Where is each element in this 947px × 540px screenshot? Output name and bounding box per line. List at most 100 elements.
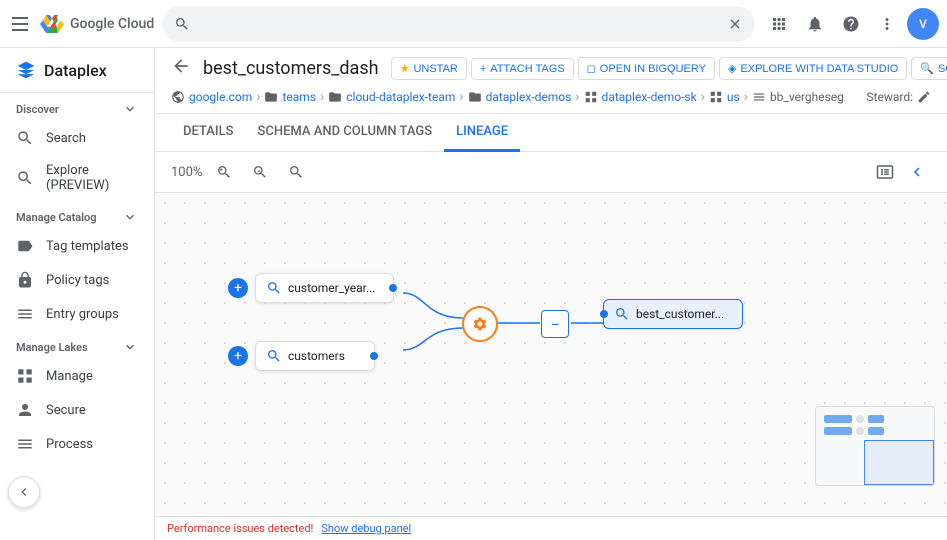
sidebar-section-catalog[interactable]: Manage Catalog: [0, 201, 154, 229]
notifications-icon-btn[interactable]: [799, 8, 831, 40]
performance-warning: Performance issues detected!: [167, 522, 313, 535]
minus-icon: −: [550, 315, 559, 334]
add-upstream-customer-year[interactable]: +: [228, 278, 248, 298]
sidebar-item-manage[interactable]: Manage: [0, 359, 146, 393]
tag-templates-icon: [16, 237, 34, 255]
minimap-node-1: [824, 415, 852, 423]
lakes-section-label: Manage Lakes: [16, 341, 88, 354]
attach-tags-label: ATTACH TAGS: [490, 63, 564, 75]
node-customer-year-label: customer_year...: [288, 281, 375, 295]
zoom-in-button[interactable]: [210, 158, 238, 186]
minimap-row-2: [824, 427, 884, 435]
breadcrumb-sep-2: ›: [320, 89, 324, 105]
help-icon: [842, 15, 860, 33]
user-avatar[interactable]: V: [907, 8, 939, 40]
node-customer-year[interactable]: + customer_year...: [255, 273, 394, 303]
tab-lineage[interactable]: LINEAGE: [444, 114, 520, 152]
search-input[interactable]: Dataplex: [198, 16, 719, 32]
edit-steward-icon[interactable]: [917, 90, 931, 104]
sidebar: Dataplex Discover Search Explore (PREVIE…: [0, 48, 155, 540]
explore-data-studio-button[interactable]: ◈ EXPLORE WITH DATA STUDIO: [719, 57, 907, 80]
zoom-out-icon: [252, 164, 268, 180]
help-icon-btn[interactable]: [835, 8, 867, 40]
help-float-icon: [16, 484, 32, 500]
minimap-background: [816, 407, 934, 485]
apps-icon-btn[interactable]: [763, 8, 795, 40]
tab-schema[interactable]: SCHEMA AND COLUMN TAGS: [245, 114, 444, 152]
dataset-icon-1: [584, 90, 598, 104]
breadcrumb-google[interactable]: google.com: [171, 90, 252, 104]
expand-panel-icon: [876, 163, 894, 181]
node-customers[interactable]: + customers: [255, 341, 375, 371]
sidebar-item-explore[interactable]: Explore (PREVIEW): [0, 155, 146, 201]
tab-details[interactable]: DETAILS: [171, 114, 245, 152]
lakes-collapse-icon: [122, 339, 138, 355]
show-debug-link[interactable]: Show debug panel: [321, 522, 411, 535]
open-bigquery-button[interactable]: ◻ OPEN IN BIGQUERY: [578, 57, 715, 80]
minimap-node-2: [868, 415, 884, 423]
clear-search-icon[interactable]: [727, 16, 743, 32]
sidebar-section-lakes[interactable]: Manage Lakes: [0, 331, 154, 359]
scan-dlp-label: SCAN WITH DLP: [938, 63, 947, 75]
steward-label: Steward:: [866, 90, 913, 104]
breadcrumb-us-label: us: [727, 90, 740, 104]
scan-dlp-button[interactable]: 🔍 SCAN WITH DLP: [911, 57, 947, 80]
sidebar-item-process[interactable]: Process: [0, 427, 146, 461]
search-bar[interactable]: Dataplex: [162, 6, 755, 42]
collapse-side-panel-button[interactable]: [903, 158, 931, 186]
reset-zoom-icon: [288, 164, 304, 180]
policy-tags-icon: [16, 271, 34, 289]
more-icon-btn[interactable]: [871, 8, 903, 40]
back-button[interactable]: [171, 56, 191, 81]
sidebar-item-entry-groups[interactable]: Entry groups: [0, 297, 146, 331]
node-customer-year-dot: [389, 284, 397, 292]
breadcrumb-dataplex-demos[interactable]: dataplex-demos: [468, 90, 572, 104]
breadcrumb-bb-vergheseg[interactable]: bb_vergheseg: [752, 90, 844, 104]
table-icon: [752, 90, 766, 104]
sidebar-item-search[interactable]: Search: [0, 121, 146, 155]
breadcrumb-us[interactable]: us: [709, 90, 740, 104]
lineage-canvas[interactable]: + customer_year... + customers −: [155, 193, 947, 516]
expand-panel-button[interactable]: [871, 158, 899, 186]
breadcrumb-bb-label: bb_vergheseg: [770, 90, 844, 104]
breadcrumb-sep-3: ›: [459, 89, 463, 105]
page-header: best_customers_dash ★ UNSTAR + ATTACH TA…: [155, 48, 947, 114]
main-layout: Dataplex Discover Search Explore (PREVIE…: [0, 48, 947, 540]
sidebar-item-tag-templates[interactable]: Tag templates: [0, 229, 146, 263]
breadcrumb-cloud-dataplex[interactable]: cloud-dataplex-team: [328, 90, 455, 104]
top-bar: Google Cloud Dataplex V: [0, 0, 947, 48]
breadcrumb-demo-sk[interactable]: dataplex-demo-sk: [584, 90, 697, 104]
unstar-button[interactable]: ★ UNSTAR: [391, 57, 467, 80]
google-cloud-icon: [40, 12, 64, 36]
minus-node[interactable]: −: [541, 310, 569, 338]
attach-tags-button[interactable]: + ATTACH TAGS: [471, 58, 574, 80]
explore-nav-label: Explore (PREVIEW): [46, 163, 130, 193]
breadcrumb-sep-6: ›: [744, 89, 748, 105]
sidebar-item-secure[interactable]: Secure: [0, 393, 146, 427]
data-studio-icon: ◈: [728, 62, 736, 75]
sidebar-item-policy-tags[interactable]: Policy tags: [0, 263, 146, 297]
attach-tags-icon: +: [480, 63, 486, 75]
reset-zoom-button[interactable]: [282, 158, 310, 186]
lineage-toolbar: 100%: [155, 152, 947, 193]
breadcrumb-teams[interactable]: teams: [264, 90, 316, 104]
secure-label: Secure: [46, 403, 86, 418]
add-upstream-customers[interactable]: +: [228, 346, 248, 366]
breadcrumb-dataplex-demos-label: dataplex-demos: [486, 90, 572, 104]
unstar-icon: ★: [400, 62, 410, 75]
hamburger-menu[interactable]: [8, 12, 32, 36]
header-actions: ★ UNSTAR + ATTACH TAGS ◻ OPEN IN BIGQUER…: [391, 57, 947, 80]
minimap-node-4: [868, 427, 884, 435]
dataplex-logo-icon: [16, 60, 36, 80]
process-node[interactable]: [462, 306, 498, 342]
minimap-row-1: [824, 415, 884, 423]
folder-icon-1: [264, 90, 278, 104]
table-node-icon-3: [614, 306, 630, 322]
floating-help-button[interactable]: [8, 476, 40, 508]
zoom-out-button[interactable]: [246, 158, 274, 186]
sidebar-section-discover[interactable]: Discover: [0, 93, 154, 121]
tabs: DETAILS SCHEMA AND COLUMN TAGS LINEAGE: [155, 114, 947, 152]
folder-icon-2: [328, 90, 342, 104]
node-best-customers[interactable]: best_customer...: [603, 299, 743, 329]
tab-lineage-label: LINEAGE: [456, 124, 508, 139]
